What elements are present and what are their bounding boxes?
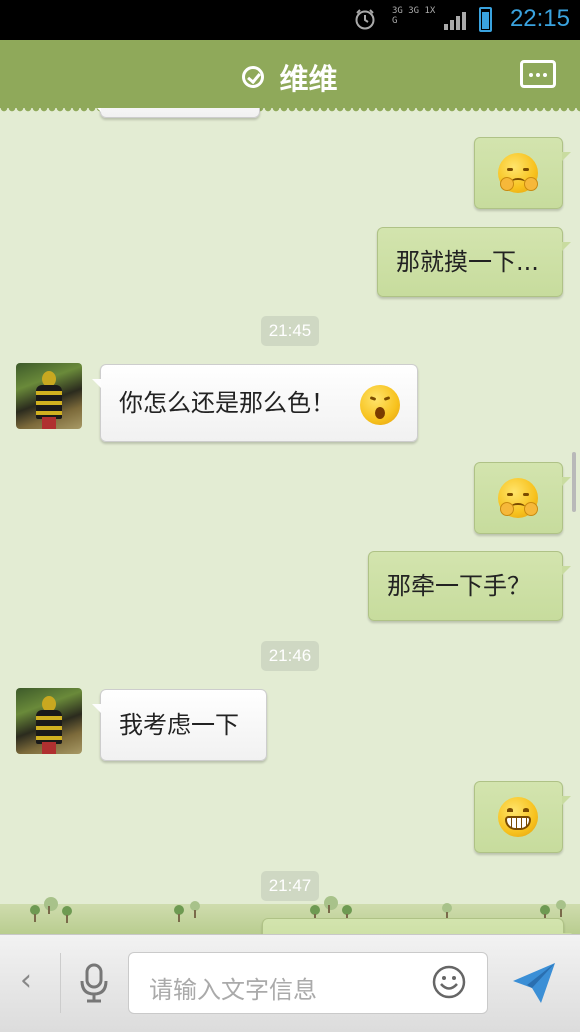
divider: [60, 953, 61, 1013]
message-bubble-partial[interactable]: [92, 108, 260, 118]
avatar[interactable]: [16, 688, 82, 754]
message-bubble-outgoing[interactable]: 那就摸一下...: [377, 227, 571, 297]
shy-face-icon: [498, 478, 538, 518]
chat-area[interactable]: 那就摸一下... 21:45 你怎么还是那么色！ 那牵一下手？ 21:46 我考…: [0, 108, 580, 934]
page-title: 维维: [279, 62, 338, 96]
header: 维维: [0, 40, 580, 114]
signal-icon: [444, 12, 466, 30]
shy-face-icon: [498, 153, 538, 193]
scrollbar[interactable]: [572, 452, 576, 512]
grin-face-icon: [498, 797, 538, 837]
message-text: 你怎么还是那么色！: [119, 389, 335, 417]
message-bubble-outgoing[interactable]: 那牵一下手？: [368, 551, 571, 621]
message-bubble-outgoing[interactable]: [474, 781, 571, 853]
timestamp: 21:46: [261, 641, 319, 671]
alarm-icon: [355, 9, 375, 30]
message-text: 那牵一下手？: [387, 572, 531, 600]
input-bar: ‹: [0, 934, 580, 1032]
avatar[interactable]: [16, 363, 82, 429]
send-icon[interactable]: [511, 961, 557, 1005]
message-text: 我考虑一下: [119, 711, 239, 739]
message-bubble-outgoing[interactable]: [474, 462, 571, 534]
message-text: 那就摸一下...: [396, 248, 539, 276]
back-icon[interactable]: ‹: [20, 963, 32, 998]
status-time: 22:15: [509, 5, 570, 32]
status-bar: 3G 3G 1X G 22:15: [0, 0, 580, 40]
message-bubble-incoming[interactable]: 我考虑一下: [92, 689, 267, 761]
smiley-icon[interactable]: [432, 965, 466, 999]
timestamp: 21:45: [261, 316, 319, 346]
check-circle-icon: [242, 66, 265, 88]
microphone-icon[interactable]: [78, 963, 110, 1003]
message-bubble-incoming[interactable]: 你怎么还是那么色！: [92, 364, 418, 442]
message-bubble-partial[interactable]: [262, 918, 572, 934]
timestamp: 21:47: [261, 871, 319, 901]
message-bubble-outgoing[interactable]: [474, 137, 571, 209]
battery-icon: [479, 7, 492, 32]
more-button[interactable]: [520, 60, 556, 88]
network-icon: 3G 3G 1X G: [392, 6, 436, 26]
surprised-face-icon: [360, 385, 400, 425]
